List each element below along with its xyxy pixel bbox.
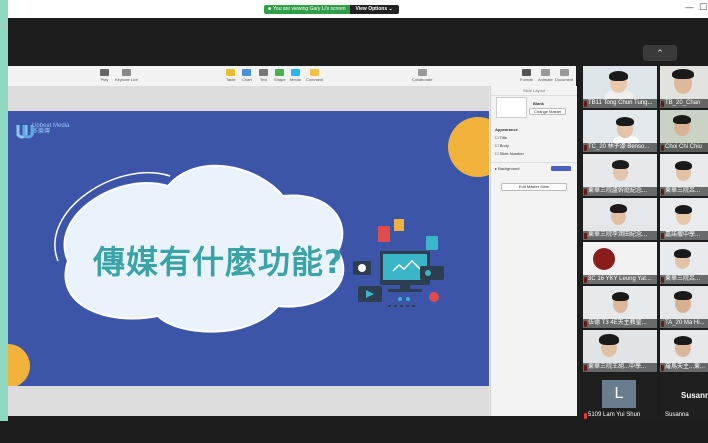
left-edge-strip xyxy=(0,0,8,443)
media-icons-cluster xyxy=(353,219,444,307)
maximize-button[interactable]: ☐ xyxy=(699,3,707,13)
keynote-live-icon xyxy=(122,69,132,76)
title-checkbox[interactable]: ☐ Title xyxy=(495,134,524,142)
participant-name-large: Susann xyxy=(681,391,708,400)
document-button[interactable]: Document xyxy=(555,69,573,82)
text-button[interactable]: Text xyxy=(259,69,268,82)
slide-title[interactable]: 傳媒有什麼功能? xyxy=(93,237,344,283)
participant-name: TB_20_Chan xyxy=(660,99,708,108)
participant-tile[interactable]: TB_20_Chan xyxy=(660,66,708,108)
master-thumbnail[interactable] xyxy=(496,97,527,118)
participant-tile[interactable]: 羅馬天主...東... xyxy=(660,330,708,372)
play-icon xyxy=(100,69,109,76)
participant-name: 東華三院盧幹庭紀念... xyxy=(583,187,657,196)
participant-tile[interactable]: 嘉諾撒中學... xyxy=(660,198,708,240)
format-icon xyxy=(521,69,531,76)
participant-name: 伍德 T3 4E天主教聖... xyxy=(583,319,657,328)
participant-name: 東華三院王胡...中學... xyxy=(583,363,657,372)
participant-name: 東華三院李潤田紀念... xyxy=(583,231,657,240)
edit-master-slide-button[interactable]: Edit Master Slide xyxy=(501,183,567,191)
participant-tile[interactable]: 東華三院李潤田紀念... xyxy=(583,198,657,240)
participant-name: TB11 Tong Chun Tung... xyxy=(583,99,657,108)
meeting-bottom-bar xyxy=(0,421,708,443)
participant-name: Susanna xyxy=(665,412,689,418)
background-color-swatch[interactable] xyxy=(551,166,571,171)
school-crest-icon xyxy=(593,248,615,270)
shape-button[interactable]: Shape xyxy=(274,69,286,82)
keynote-live-button[interactable]: Keynote Live xyxy=(115,69,138,82)
participant-tile[interactable]: Choi Chi Chiu xyxy=(660,110,708,152)
logo-chinese-text: 多樂傳 xyxy=(32,129,51,135)
table-icon xyxy=(226,69,236,76)
participant-tile[interactable]: Susann Susanna xyxy=(660,374,708,420)
participant-tile[interactable]: 東華三院盧幹庭紀念... xyxy=(583,154,657,196)
keynote-toolbar: Play Keynote Live Table Chart Text Shape… xyxy=(8,66,576,87)
media-button[interactable]: Media xyxy=(290,69,301,82)
participant-name: TC_20 林子濠 Benso... xyxy=(583,143,657,152)
share-message: You are viewing Gary Li's screen xyxy=(273,6,346,12)
collapse-chevron-icon[interactable]: ⌃ xyxy=(643,45,677,61)
document-icon xyxy=(559,69,569,76)
collaborate-button[interactable]: Collaborate xyxy=(412,69,432,82)
participant-tile[interactable]: 東華三院呂... xyxy=(660,154,708,196)
participant-name: 羅馬天主...東... xyxy=(660,363,708,372)
shape-icon xyxy=(275,69,285,76)
participant-name: 5109 Lam Yui Shun xyxy=(588,412,641,418)
participants-gallery: TB11 Tong Chun Tung... TB_20_Chan TC_20 … xyxy=(583,66,708,421)
participant-tile[interactable]: 伍德 T3 4E天主教聖... xyxy=(583,286,657,328)
table-button[interactable]: Table xyxy=(226,69,236,82)
participant-tile[interactable]: L 5109 Lam Yui Shun xyxy=(583,374,657,420)
orange-circle-bottom-left xyxy=(8,344,30,386)
view-options-button[interactable]: View Options ⌄ xyxy=(349,5,399,14)
change-master-button[interactable]: Change Master xyxy=(529,108,567,115)
participant-name: TA_20 Ma Hi... xyxy=(660,319,708,328)
text-icon xyxy=(259,69,268,76)
slide-layout-inspector: Slide Layout Blank Change Master Appeara… xyxy=(490,86,577,416)
participant-name: 東華三院呂... xyxy=(660,275,708,284)
share-icon: ■ xyxy=(268,6,272,12)
body-checkbox[interactable]: ☐ Body xyxy=(495,142,524,150)
chart-button[interactable]: Chart xyxy=(242,69,252,82)
orange-circle-top-right xyxy=(448,117,489,177)
animate-button[interactable]: Animate xyxy=(538,69,553,82)
participant-name: 3C 16 YKY Leung Yat... xyxy=(583,275,657,284)
participant-tile[interactable]: TA_20 Ma Hi... xyxy=(660,286,708,328)
slide-canvas[interactable]: Upbeat Media 多樂傳 傳媒有什麼功能? xyxy=(8,86,489,416)
format-button[interactable]: Format xyxy=(520,69,533,82)
participant-tile[interactable]: 東華三院呂... xyxy=(660,242,708,284)
participant-tile[interactable]: TC_20 林子濠 Benso... xyxy=(583,110,657,152)
layout-name: Blank xyxy=(533,101,544,106)
background-label: ▸ Background xyxy=(495,166,520,171)
screen-share-banner: ■ You are viewing Gary Li's screen View O… xyxy=(264,5,399,14)
participant-name: 東華三院呂... xyxy=(660,187,708,196)
participant-name: Choi Chi Chiu xyxy=(660,143,708,152)
media-icon xyxy=(290,69,300,76)
collaborate-icon xyxy=(417,69,427,76)
participant-tile[interactable]: 3C 16 YKY Leung Yat... xyxy=(583,242,657,284)
comment-icon xyxy=(310,69,320,76)
participant-name: 嘉諾撒中學... xyxy=(660,231,708,240)
participant-tile[interactable]: 東華三院王胡...中學... xyxy=(583,330,657,372)
inspector-divider xyxy=(491,162,577,163)
comment-button[interactable]: Comment xyxy=(306,69,323,82)
animate-icon xyxy=(540,69,550,76)
participant-tile[interactable]: TB11 Tong Chun Tung... xyxy=(583,66,657,108)
play-button[interactable]: Play xyxy=(100,69,109,82)
current-slide[interactable]: Upbeat Media 多樂傳 傳媒有什麼功能? xyxy=(8,111,489,386)
inspector-header: Slide Layout xyxy=(491,86,577,96)
participant-avatar: L xyxy=(602,380,636,408)
shared-keynote-window: Play Keynote Live Table Chart Text Shape… xyxy=(8,66,577,416)
minimize-button[interactable]: — xyxy=(685,3,694,13)
appearance-label: Appearance xyxy=(495,127,518,132)
chart-icon xyxy=(242,69,252,76)
left-edge-label: 0 xyxy=(2,24,6,30)
slide-number-checkbox[interactable]: ☐ Slide Number xyxy=(495,150,524,158)
